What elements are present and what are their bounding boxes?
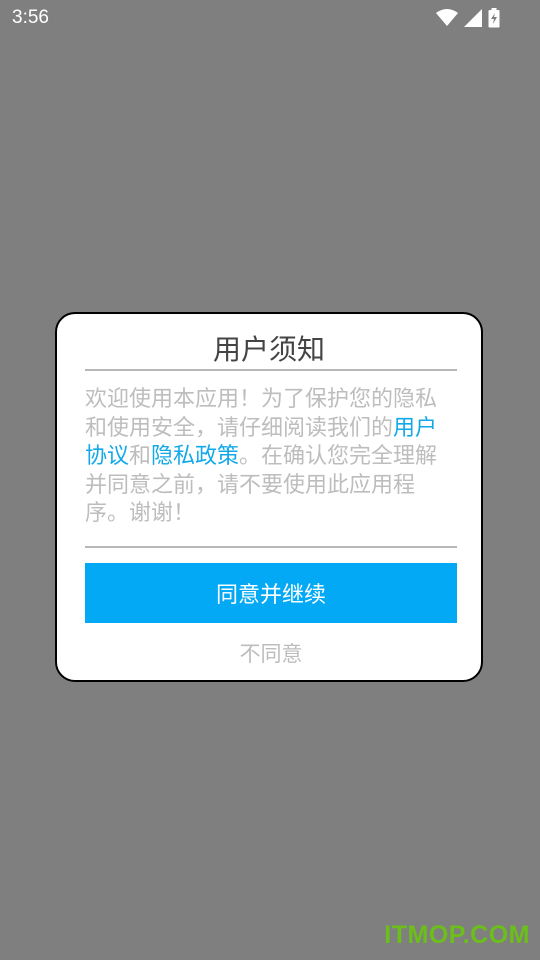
disagree-button[interactable]: 不同意 [85, 638, 457, 670]
cell-signal-icon [464, 9, 482, 27]
dialog-message: 欢迎使用本应用！为了保护您的隐私和使用安全，请仔细阅读我们的用户协议和隐私政策。… [85, 386, 457, 529]
privacy-policy-link[interactable]: 隐私政策 [151, 444, 239, 469]
status-bar: 3:56 [0, 0, 540, 36]
status-time: 3:56 [12, 7, 49, 28]
status-icons [436, 8, 500, 28]
message-divider [85, 546, 457, 548]
message-part-2: 和 [129, 444, 152, 469]
wifi-icon [436, 9, 458, 27]
message-part-1: 欢迎使用本应用！为了保护您的隐私和使用安全，请仔细阅读我们的 [85, 387, 438, 441]
dialog-title: 用户须知 [212, 333, 325, 366]
watermark-logo: ITMOP.COM [384, 921, 530, 949]
title-divider [85, 369, 457, 371]
agree-continue-button[interactable]: 同意并继续 [85, 563, 457, 623]
battery-charging-icon [488, 8, 500, 28]
user-notice-dialog: 用户须知 欢迎使用本应用！为了保护您的隐私和使用安全，请仔细阅读我们的用户协议和… [55, 312, 483, 682]
